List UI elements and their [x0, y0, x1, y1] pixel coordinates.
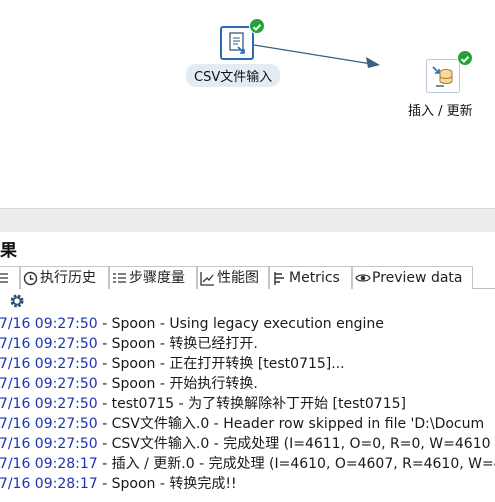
csv-input-icon[interactable] [220, 26, 254, 60]
log-line: 07/16 09:28:17 - Spoon - 转换完成!! [0, 474, 237, 494]
step-metrics-icon [112, 271, 126, 285]
log-line: 07/16 09:27:50 - Spoon - 转换已经打开. [0, 334, 258, 354]
results-tabbar: 执行历史 步骤度量 性能图 Metrics Preview data [0, 264, 495, 289]
log-timestamp: 07/16 09:27:50 [0, 336, 98, 352]
results-panel-title: 果 [0, 241, 17, 261]
log-message: - CSV文件输入.0 - Header row skipped in file… [97, 416, 485, 432]
insert-update-icon[interactable] [426, 59, 460, 93]
log-output[interactable]: 07/16 09:27:50 - Spoon - Using legacy ex… [0, 314, 495, 502]
hop-line[interactable] [253, 44, 379, 66]
log-icon [0, 271, 10, 285]
ok-badge-icon [457, 50, 473, 66]
transformation-canvas[interactable]: CSV文件输入 插入 / 更新 [0, 0, 495, 208]
tab-label: 执行历史 [40, 269, 96, 286]
tab-label: 步骤度量 [129, 269, 185, 286]
metrics-icon [272, 271, 286, 285]
log-line: 07/16 09:27:50 - Spoon - Using legacy ex… [0, 314, 384, 334]
preview-eye-icon [355, 271, 371, 285]
tab-metrics[interactable]: Metrics [269, 266, 352, 289]
log-line: 07/16 09:27:50 - CSV文件输入.0 - 完成处理 (I=461… [0, 434, 491, 454]
panel-splitter[interactable] [0, 208, 495, 232]
log-timestamp: 07/16 09:27:50 [0, 416, 98, 432]
log-timestamp: 07/16 09:28:17 [0, 456, 98, 472]
log-timestamp: 07/16 09:27:50 [0, 356, 98, 372]
performance-graph-icon [200, 271, 214, 286]
log-line: 07/16 09:28:17 - 插入 / 更新.0 - 完成处理 (I=461… [0, 454, 495, 474]
log-timestamp: 07/16 09:27:50 [0, 396, 98, 412]
log-message: - Spoon - Using legacy execution engine [97, 316, 384, 332]
log-line: 07/16 09:27:50 - test0715 - 为了转换解除补丁开始 [… [0, 394, 406, 414]
tab-label: 性能图 [217, 269, 259, 286]
tab-label: Preview data [372, 269, 463, 286]
tab-log[interactable] [0, 266, 20, 289]
log-message: - Spoon - 正在打开转换 [test0715]... [97, 356, 345, 372]
log-message: - Spoon - 转换完成!! [97, 476, 237, 492]
log-line: 07/16 09:27:50 - Spoon - 正在打开转换 [test071… [0, 354, 345, 374]
tab-step-metrics[interactable]: 步骤度量 [109, 266, 197, 289]
log-line: 07/16 09:27:50 - Spoon - 开始执行转换. [0, 374, 258, 394]
log-message: - CSV文件输入.0 - 完成处理 (I=4611, O=0, R=0, W=… [97, 436, 491, 452]
hop-arrowhead [366, 57, 380, 68]
log-message: - Spoon - 转换已经打开. [97, 336, 258, 352]
tab-execution-history[interactable]: 执行历史 [20, 266, 109, 289]
log-timestamp: 07/16 09:27:50 [0, 316, 98, 332]
log-message: - 插入 / 更新.0 - 完成处理 (I=4610, O=4607, R=46… [97, 456, 495, 472]
gear-icon[interactable] [8, 292, 26, 314]
tab-preview-data[interactable]: Preview data [352, 266, 473, 289]
step-label-csv[interactable]: CSV文件输入 [186, 64, 281, 87]
history-icon [23, 271, 38, 286]
tab-performance-graph[interactable]: 性能图 [197, 266, 269, 289]
log-toolbar [0, 289, 495, 313]
log-message: - Spoon - 开始执行转换. [97, 376, 258, 392]
log-timestamp: 07/16 09:27:50 [0, 436, 98, 452]
log-line: 07/16 09:27:50 - CSV文件输入.0 - Header row … [0, 414, 484, 434]
tab-label: Metrics [289, 269, 340, 286]
log-timestamp: 07/16 09:27:50 [0, 376, 98, 392]
ok-badge-icon [249, 18, 265, 34]
log-message: - test0715 - 为了转换解除补丁开始 [test0715] [97, 396, 406, 412]
log-timestamp: 07/16 09:28:17 [0, 476, 98, 492]
step-label-insert-update[interactable]: 插入 / 更新 [408, 100, 473, 119]
